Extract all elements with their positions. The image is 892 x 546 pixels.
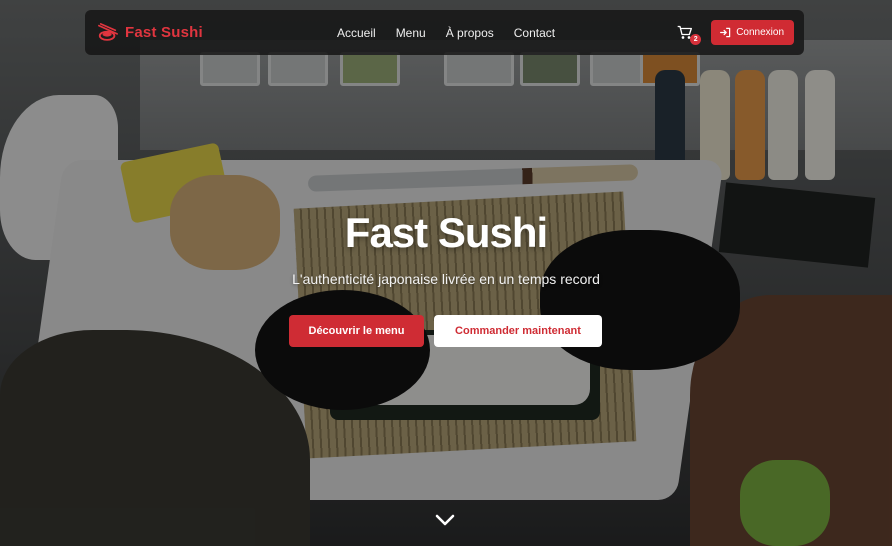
brand-link[interactable]: Fast Sushi (97, 22, 203, 44)
sushi-chopsticks-logo-icon (98, 22, 118, 41)
nav-link-menu[interactable]: Menu (396, 26, 426, 40)
login-label: Connexion (736, 27, 784, 38)
cart-count-badge: 2 (690, 33, 702, 45)
sign-in-icon (720, 27, 731, 38)
nav-link-accueil[interactable]: Accueil (337, 26, 376, 40)
nav-link-contact[interactable]: Contact (514, 26, 555, 40)
nav-links: Accueil Menu À propos Contact (337, 10, 555, 55)
navbar: Fast Sushi Accueil Menu À propos Contact… (85, 10, 804, 55)
hero-subtitle: L'authenticité japonaise livrée en un te… (292, 271, 600, 287)
discover-menu-button[interactable]: Découvrir le menu (289, 315, 424, 347)
nav-link-a-propos[interactable]: À propos (446, 26, 494, 40)
hero-cta-group: Découvrir le menu Commander maintenant (289, 315, 602, 347)
order-now-button[interactable]: Commander maintenant (434, 315, 602, 347)
nav-actions: 2 Connexion (677, 20, 794, 45)
login-button[interactable]: Connexion (711, 20, 794, 45)
chevron-down-icon[interactable] (434, 512, 456, 528)
cart-button[interactable]: 2 (677, 24, 702, 45)
hero-title: Fast Sushi (344, 209, 548, 256)
brand-name: Fast Sushi (125, 24, 203, 41)
